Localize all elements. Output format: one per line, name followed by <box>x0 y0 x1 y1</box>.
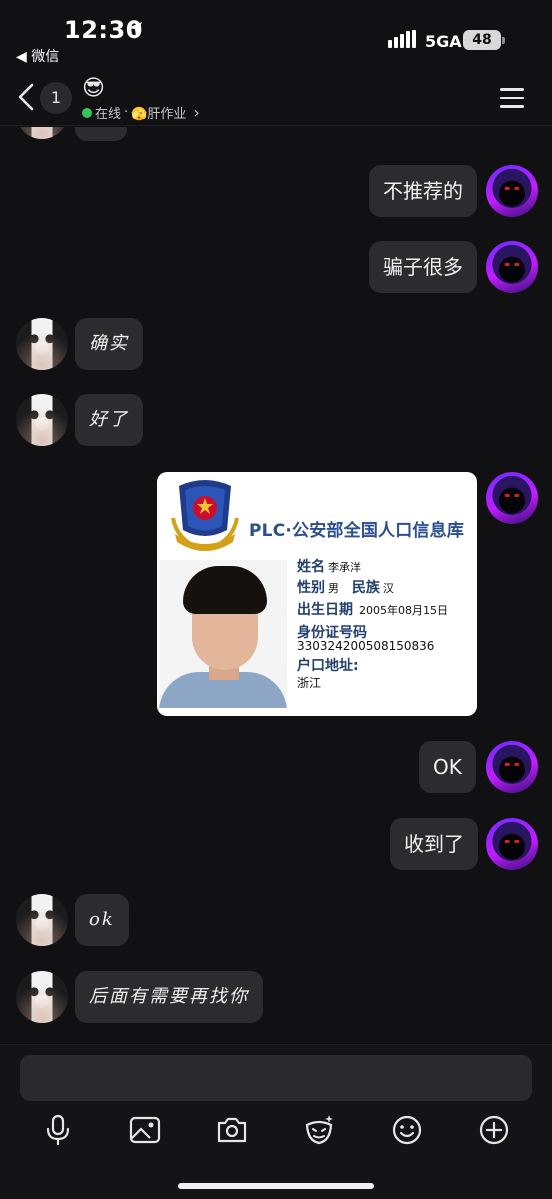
microphone-icon[interactable] <box>41 1113 75 1147</box>
presence-text: 在线 <box>95 107 122 122</box>
police-emblem-icon <box>171 480 239 551</box>
dob-row: 出生日期 2005年08月15日 <box>297 602 448 618</box>
status-bar: 12:30 ◀ 微信 5GA 48 <box>0 0 552 70</box>
dob-value: 2005年08月15日 <box>359 604 448 617</box>
id-number-value: 330324200508150836 <box>297 639 435 653</box>
message-bubble[interactable]: 确实 <box>75 318 143 370</box>
address-value: 浙江 <box>297 676 322 690</box>
contact-avatar[interactable] <box>16 894 68 946</box>
plus-icon[interactable] <box>477 1113 511 1147</box>
contact-avatar[interactable] <box>16 394 68 446</box>
contact-avatar[interactable] <box>16 318 68 370</box>
network-type: 5GA <box>425 32 462 51</box>
composer-panel <box>0 1044 552 1199</box>
signal-strength-icon <box>388 30 416 48</box>
name-value: 李承洋 <box>328 561 361 574</box>
status-separator: · <box>124 105 129 120</box>
message-bubble[interactable]: 骗子很多 <box>369 241 477 293</box>
my-avatar[interactable] <box>486 472 538 524</box>
ethnicity-value: 汉 <box>382 582 394 595</box>
id-card-title: PLC·公安部全国人口信息库 <box>249 521 465 541</box>
battery-level: 48 <box>463 30 501 50</box>
back-to-app-link[interactable]: ◀ 微信 <box>16 46 59 66</box>
chevron-right-icon: › <box>193 103 200 122</box>
id-photo <box>159 560 287 708</box>
image-message[interactable]: PLC·公安部全国人口信息库 姓名 李承洋 性别男 民族汉 出生日期 2005年08… <box>157 472 477 716</box>
battery-tip <box>502 37 505 44</box>
menu-icon[interactable] <box>500 88 524 108</box>
message-bubble[interactable]: OK <box>419 741 476 793</box>
contact-status[interactable]: 在线 · 🫣肝作业 › <box>82 103 200 122</box>
message-bubble[interactable]: 不推荐的 <box>369 165 477 217</box>
back-chevron-icon[interactable] <box>14 82 38 112</box>
contact-name[interactable]: 😎 <box>82 76 105 101</box>
online-dot-icon <box>82 107 92 118</box>
message-bubble[interactable]: 后面有需要再找你 <box>75 971 263 1023</box>
message-list[interactable]: 不推荐的 骗子很多 确实 好了 PLC·公安部全国人口信息库 姓名 李承洋 性别男… <box>0 127 552 1044</box>
message-input[interactable] <box>20 1055 532 1101</box>
contact-avatar[interactable] <box>16 971 68 1023</box>
home-indicator[interactable] <box>178 1183 374 1189</box>
location-arrow-icon <box>128 22 142 36</box>
address-label: 户口地址: <box>297 658 359 674</box>
activity-status: 🫣肝作业 <box>131 107 187 122</box>
camera-icon[interactable] <box>215 1113 249 1147</box>
contact-avatar[interactable] <box>16 127 68 139</box>
my-avatar[interactable] <box>486 818 538 870</box>
message-bubble[interactable]: 收到了 <box>390 818 478 870</box>
emoji-icon[interactable] <box>390 1113 424 1147</box>
message-bubble-partial <box>75 127 127 141</box>
sticker-icon[interactable] <box>302 1113 336 1147</box>
my-avatar[interactable] <box>486 741 538 793</box>
unread-count-badge[interactable]: 1 <box>40 82 72 114</box>
chat-header: 1 😎 在线 · 🫣肝作业 › <box>0 70 552 126</box>
gender-value: 男 <box>328 582 339 595</box>
gender-row: 性别男 民族汉 <box>297 580 394 596</box>
message-bubble[interactable]: ok <box>75 894 129 946</box>
my-avatar[interactable] <box>486 165 538 217</box>
my-avatar[interactable] <box>486 241 538 293</box>
image-icon[interactable] <box>128 1113 162 1147</box>
name-row: 姓名 李承洋 <box>297 559 361 575</box>
message-bubble[interactable]: 好了 <box>75 394 143 446</box>
